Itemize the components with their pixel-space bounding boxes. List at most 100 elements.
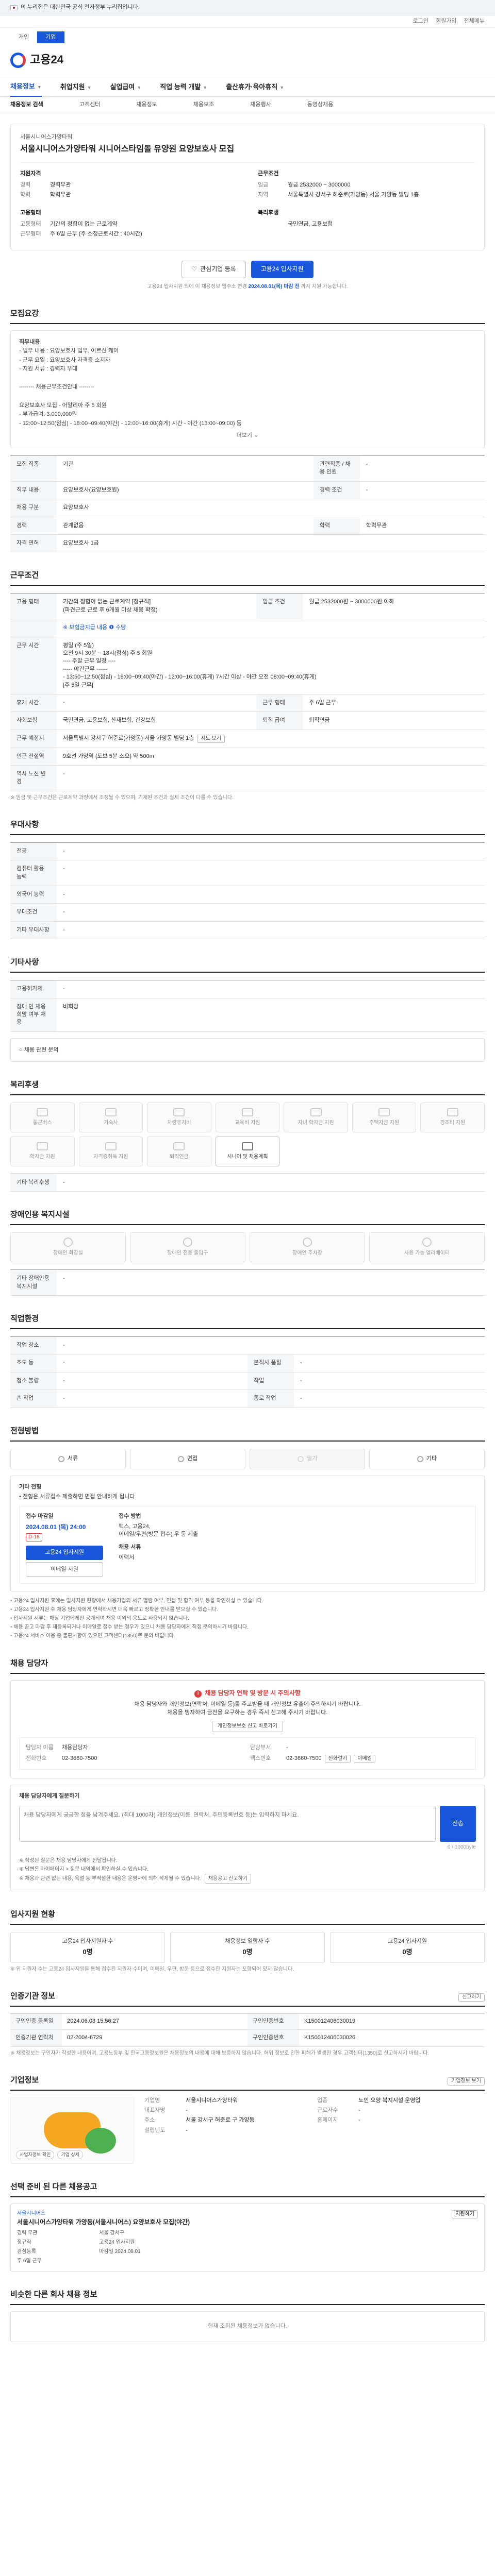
apply-note-tail: 까지 지원 가능합니다. xyxy=(301,283,348,290)
section-title: 모집요강 xyxy=(10,308,485,324)
table-key: 장애 인 채용 희망 여부 채용 xyxy=(10,998,57,1032)
nav-jobs-label: 채용정보 xyxy=(10,82,35,90)
info-key: 인증기관 연락처 xyxy=(10,2030,62,2047)
table-value: - xyxy=(294,1354,485,1372)
header: 고용24 xyxy=(0,43,495,78)
portal-tab-company[interactable]: 기업 xyxy=(37,31,64,44)
welfare-icon xyxy=(173,1142,185,1150)
report-privacy-button[interactable]: 개인정보보호 신고 바로가기 xyxy=(212,1721,283,1733)
stat-value: 0명 xyxy=(402,1948,412,1956)
other-job-card[interactable]: 서울시니어스 서울시니어스가양타워 가양동(서울시니어스) 요양보호사 모집(야… xyxy=(10,2203,485,2272)
table-value: - xyxy=(359,455,485,482)
accessibility-icon xyxy=(303,1238,312,1247)
method-note: 고용24 입사지원 후에는 입사지원 현황에서 채용기업의 서류 열람 여부, … xyxy=(10,1597,485,1605)
stat-card: 채용정보 열람자 수 0명 xyxy=(170,1931,325,1963)
table-key: 본직사 품질 xyxy=(248,1354,294,1372)
corp-tag[interactable]: 기업 상세 xyxy=(57,2150,84,2159)
signup-link[interactable]: 회원가입 xyxy=(436,18,456,25)
method-label: 기타 xyxy=(426,1455,437,1462)
welfare-item: 학자금 지원 xyxy=(10,1136,75,1166)
info-key: 구인인증번호 xyxy=(248,2030,299,2047)
nav-support[interactable]: 취업지원 ▼ xyxy=(60,82,92,92)
table-value: - xyxy=(57,1389,248,1408)
corp-info-button[interactable]: 기업정보 보기 xyxy=(448,2077,485,2086)
all-menu-link[interactable]: 전체메뉴 xyxy=(464,18,485,25)
section-info: 인증기관 정보 신고하기 구인인증 등록일 2024.06.03 15:56:27 구… xyxy=(10,1991,485,2057)
prefer-table: 전공 - 컴퓨터 활용 능력 - 외국어 능력 - 우대조건 - 기타 우대사항 - xyxy=(10,842,485,940)
method-note: 입사지원 서류는 해당 기업에게만 공개되며 채용 이외의 용도로 사용되지 않… xyxy=(10,1614,485,1623)
welfare-label: 경조비 지원 xyxy=(440,1120,466,1126)
facility-item: 사용 가능 엘리베이터 xyxy=(369,1232,485,1263)
facility-label: 장애인 주차장 xyxy=(292,1250,322,1257)
corp-value: - xyxy=(358,2117,360,2124)
call-button[interactable]: 전화걸기 xyxy=(324,1755,351,1764)
subnav-aid[interactable]: 채용보조 xyxy=(193,101,214,109)
more-label: 더보기 xyxy=(236,432,253,439)
subnav-video[interactable]: 동영상채용 xyxy=(307,101,334,109)
nav-training[interactable]: 직업 능력 개발 ▼ xyxy=(160,82,207,92)
apply-button-2[interactable]: 고용24 입사지원 xyxy=(26,1546,103,1560)
deadline-col: 접수 마감일 2024.08.01 (목) 24:00 D-18 고용24 입사… xyxy=(26,1513,103,1578)
email-apply-button[interactable]: 이메일 지원 xyxy=(26,1562,103,1578)
nav-jobs[interactable]: 채용정보 ▼ xyxy=(10,77,42,97)
apply-box: 기타 전형 • 전형은 서류접수 제출하면 면접 안내하게 됩니다. 접수 마감… xyxy=(10,1475,485,1592)
question-send-button[interactable]: 전송 xyxy=(440,1805,476,1842)
facility-item: 장애인 주차장 xyxy=(250,1232,365,1263)
table-value[interactable]: ※ 보험금지급 내용 ❶ 수당 xyxy=(57,619,485,637)
manager-value: 02-3660-7500 xyxy=(62,1755,245,1763)
interest-button[interactable]: ♡ 관심기업 등록 xyxy=(182,260,246,278)
table-row: 컴퓨터 활용 능력 - xyxy=(10,860,485,887)
welfare-label: 퇴직연금 xyxy=(170,1154,189,1160)
chevron-down-icon: ▼ xyxy=(37,84,42,90)
method-label: 필기 xyxy=(306,1455,318,1462)
subnav-help[interactable]: 고객센터 xyxy=(79,101,100,109)
logo[interactable]: 고용24 xyxy=(10,52,63,68)
info-key: 구인인증번호 xyxy=(248,2013,299,2030)
nav-benefit[interactable]: 실업급여 ▼ xyxy=(110,82,142,92)
question-notes: ※ 작성된 질문은 채용 담당자에게 전달됩니다. ※ 답변은 마이페이지 > … xyxy=(19,1856,476,1884)
check-icon xyxy=(297,1455,304,1462)
accessibility-icon xyxy=(422,1238,432,1247)
map-button[interactable]: 지도 보기 xyxy=(197,734,225,743)
nav-training-label: 직업 능력 개발 xyxy=(160,82,201,91)
question-input[interactable] xyxy=(19,1805,436,1842)
welfare-icon xyxy=(37,1142,48,1150)
corp-key: 주소 xyxy=(144,2117,155,2124)
method-note: 고용24 서비스 이용 중 불편사항이 있으면 고객센터(1350)로 문의 바… xyxy=(10,1632,485,1640)
nav-leave-label: 출산휴가·육아휴직 xyxy=(226,82,278,91)
section-title: 인증기관 정보 xyxy=(10,1991,55,2001)
table-value: - xyxy=(57,694,257,713)
company-name[interactable]: 서울시니어스가양타워 xyxy=(20,133,475,141)
other-job-meta-item: 주 6일 근무 xyxy=(17,2258,42,2264)
info-value: 02-2004-6729 xyxy=(62,2030,248,2047)
more-button[interactable]: 더보기 ⌄ xyxy=(19,431,476,440)
report-button[interactable]: 신고하기 xyxy=(458,1993,485,2002)
subnav-search[interactable]: 채용정보 검색 xyxy=(10,101,43,109)
other-job-title[interactable]: 서울시니어스가양타워 가양동(서울시니어스) 요양보호사 모집(야간) xyxy=(17,2217,190,2227)
apply-button[interactable]: 고용24 입사지원 xyxy=(251,260,314,278)
table-value: 평일 (주 5일) 오전 9시 30분 ~ 18시(점심) 주 5 회원 ---… xyxy=(57,637,485,694)
table-row: 조도 등 - 본직사 품질 - xyxy=(10,1354,485,1372)
portal-tab-personal[interactable]: 개인 xyxy=(10,31,37,43)
chevron-down-icon: ▼ xyxy=(279,84,285,90)
subnav-jobs[interactable]: 채용정보 xyxy=(136,101,157,109)
login-link[interactable]: 로그인 xyxy=(413,18,428,25)
nav-leave[interactable]: 출산휴가·육아휴직 ▼ xyxy=(226,82,284,92)
facility-label: 장애인 전용 출입구 xyxy=(167,1250,208,1257)
email-button[interactable]: 이메일 xyxy=(354,1755,375,1764)
subnav-events[interactable]: 채용행사 xyxy=(250,101,271,109)
method-title: 접수 방법 xyxy=(119,1513,141,1520)
corp-tag[interactable]: 사업자정보 확인 xyxy=(16,2150,55,2159)
section-other-jobs: 선택 준비 된 다른 채용공고 서울시니어스 서울시니어스가양타워 가양동(서울… xyxy=(10,2181,485,2272)
method-item: 기타 xyxy=(369,1448,485,1469)
table-key: 퇴직 급여 xyxy=(256,711,303,730)
table-key: 기타 우대사항 xyxy=(10,921,57,940)
gov-banner-text: 이 누리집은 대한민국 공식 전자정부 누리집입니다. xyxy=(21,4,140,10)
disabled-other-table: 기타 장애인용 복지시설 - xyxy=(10,1269,485,1296)
other-job-meta-item: 고용24 입사지원 xyxy=(99,2239,135,2245)
other-apply-button[interactable]: 지원하기 xyxy=(452,2210,478,2218)
other-job-company: 서울시니어스 xyxy=(17,2210,46,2216)
chevron-down-icon: ⌄ xyxy=(254,432,259,439)
report-job-button[interactable]: 채용공고 신고하기 xyxy=(204,1873,252,1884)
table-key: 휴게 시간 xyxy=(10,694,57,713)
